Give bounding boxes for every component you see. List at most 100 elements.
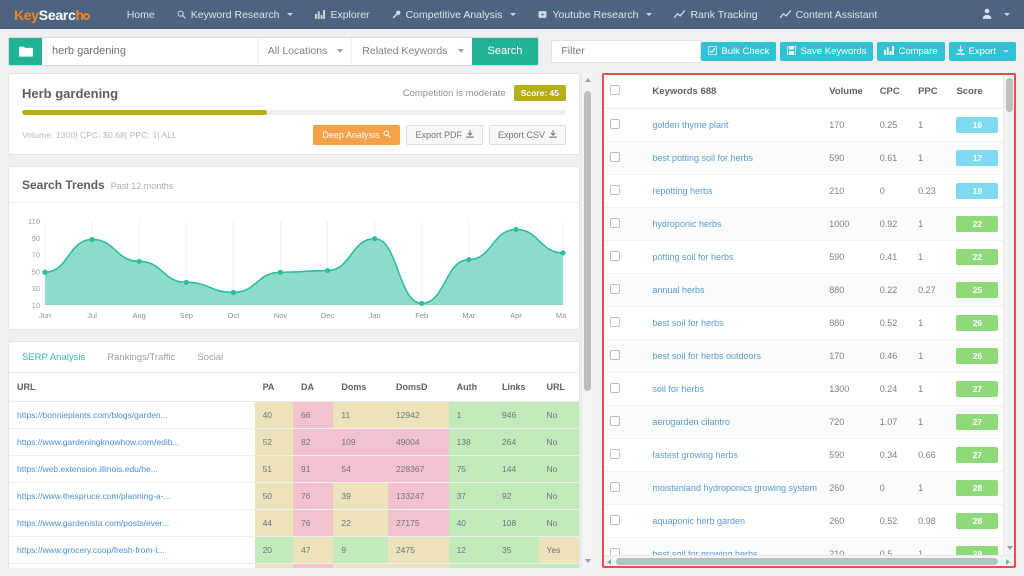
serp-col-header[interactable]: DomsD (387, 372, 449, 402)
serp-col-header[interactable]: Links (494, 372, 539, 402)
keyword-link[interactable]: best potting soil for herbs (652, 153, 753, 163)
scroll-down-icon[interactable] (1007, 546, 1013, 550)
tab-serp-analysis[interactable]: SERP Analysis (22, 352, 107, 372)
keyword-link[interactable]: potting soil for herbs (652, 252, 733, 262)
keyword-link[interactable]: best soil for herbs outdoors (652, 351, 761, 361)
serp-url-link[interactable]: https://www.grocery.coop/fresh-from-t... (17, 545, 165, 555)
chart-data-point[interactable] (419, 300, 425, 306)
serp-url-link[interactable]: https://bonnieplants.com/blogs/garden... (17, 410, 168, 420)
filter-input[interactable] (551, 39, 702, 63)
y-axis-tick: 30 (32, 284, 40, 293)
chart-data-point[interactable] (42, 269, 48, 275)
chart-data-point[interactable] (230, 289, 236, 295)
row-checkbox[interactable] (610, 515, 620, 525)
keysearch-logo[interactable]: Key Searc h (14, 7, 90, 23)
keyword-link[interactable]: moistenland hydroponics growing system (652, 483, 817, 493)
export-csv-button[interactable]: Export CSV (488, 125, 566, 145)
chart-data-point[interactable] (560, 250, 566, 256)
row-checkbox[interactable] (610, 416, 620, 426)
chart-data-point[interactable] (372, 236, 378, 242)
serp-url-link[interactable]: https://www.gardenista.com/posts/ever... (17, 518, 169, 528)
location-select[interactable]: All Locations (256, 37, 352, 65)
keyword-link[interactable]: annual herbs (652, 285, 704, 295)
select-all-checkbox[interactable] (610, 85, 620, 95)
row-checkbox[interactable] (610, 317, 620, 327)
keyword-link[interactable]: hydroponic herbs (652, 219, 721, 229)
search-input[interactable] (42, 37, 257, 65)
chart-data-point[interactable] (466, 257, 472, 263)
row-checkbox[interactable] (610, 284, 620, 294)
cpc-header[interactable]: CPC (873, 75, 913, 109)
save-keywords-button[interactable]: Save Keywords (780, 41, 874, 61)
row-checkbox[interactable] (610, 350, 620, 360)
serp-col-header[interactable]: Auth (448, 372, 495, 402)
keyword-link[interactable]: soil for herbs (652, 384, 704, 394)
compare-button[interactable]: Compare (877, 41, 945, 61)
volume-cell: 590 (823, 438, 874, 472)
serp-url-link[interactable]: https://web.extension.illinois.edu/he... (17, 464, 158, 474)
volume-cell: 1300 (823, 372, 874, 406)
deep-analysis-button[interactable]: Deep Analysis (313, 125, 401, 145)
folder-icon[interactable] (9, 37, 42, 65)
tab-social[interactable]: Social (197, 352, 245, 372)
keyword-link[interactable]: golden thyme plant (652, 120, 728, 130)
scroll-up-icon[interactable] (585, 78, 591, 82)
keyword-type-select[interactable]: Related Keywords (351, 37, 471, 65)
nav-item-home[interactable]: Home (116, 3, 166, 27)
nav-item-competitive-analysis[interactable]: Competitive Analysis (381, 3, 528, 27)
bulk-check-button[interactable]: Bulk Check (701, 41, 777, 61)
chart-data-point[interactable] (324, 267, 331, 274)
row-checkbox[interactable] (610, 218, 620, 228)
keyword-link[interactable]: aerogarden cilantro (652, 417, 730, 427)
tab-rankings-traffic[interactable]: Rankings/Traffic (107, 352, 197, 372)
serp-col-header[interactable]: URL (538, 372, 579, 402)
keyword-link[interactable]: repotting herbs (652, 186, 712, 196)
serp-cell-da: 91 (292, 455, 334, 483)
download-icon (549, 130, 557, 140)
export-pdf-button[interactable]: Export PDF (406, 125, 483, 145)
keyword-link[interactable]: best soil for herbs (652, 318, 723, 328)
export-button[interactable]: Export (948, 41, 1016, 61)
row-checkbox[interactable] (610, 185, 620, 195)
nav-item-rank-tracking[interactable]: Rank Tracking (663, 3, 768, 27)
keywords-count-header[interactable]: Keywords 688 (646, 75, 824, 109)
chart-data-point[interactable] (513, 226, 519, 232)
serp-col-header[interactable]: URL (9, 372, 255, 402)
row-checkbox[interactable] (610, 119, 620, 129)
left-panel-scrollbar[interactable] (581, 73, 592, 568)
score-header[interactable]: Score (950, 75, 1003, 109)
nav-item-youtube-research[interactable]: Youtube Research (527, 3, 663, 27)
x-axis-tick: Jan (369, 311, 381, 320)
nav-item-content-assistant[interactable]: Content Assistant (769, 3, 889, 27)
chart-data-point[interactable] (89, 236, 95, 243)
account-menu[interactable] (982, 8, 1010, 22)
row-checkbox[interactable] (610, 449, 620, 459)
serp-url-link[interactable]: https://www.thespruce.com/planning-a-... (17, 491, 171, 501)
ppc-header[interactable]: PPC (912, 75, 951, 109)
row-checkbox[interactable] (610, 482, 620, 492)
keyword-link[interactable]: fastest growing herbs (652, 450, 738, 460)
scroll-left-icon[interactable] (607, 559, 611, 565)
chart-data-point[interactable] (277, 269, 284, 275)
keywords-vertical-scrollbar[interactable] (1003, 75, 1014, 555)
keywords-horizontal-scrollbar[interactable] (604, 555, 1014, 566)
volume-header[interactable]: Volume (823, 75, 874, 109)
nav-item-explorer[interactable]: Explorer (304, 3, 380, 27)
scroll-right-icon[interactable] (1006, 559, 1010, 565)
row-checkbox[interactable] (610, 152, 620, 162)
row-checkbox[interactable] (610, 251, 620, 261)
scrollbar-thumb[interactable] (1006, 78, 1013, 112)
nav-item-keyword-research[interactable]: Keyword Research (166, 3, 305, 27)
scroll-down-icon[interactable] (585, 559, 591, 563)
serp-col-header[interactable]: PA (254, 372, 293, 402)
serp-col-header[interactable]: Doms (333, 372, 388, 402)
serp-url-link[interactable]: https://www.gardeningknowhow.com/edib... (17, 437, 180, 447)
search-button[interactable]: Search (471, 37, 539, 65)
chart-data-point[interactable] (183, 279, 189, 285)
scrollbar-thumb[interactable] (616, 558, 998, 565)
chart-data-point[interactable] (136, 258, 142, 264)
keyword-link[interactable]: aquaponic herb garden (652, 516, 745, 526)
scrollbar-thumb[interactable] (584, 91, 591, 391)
row-checkbox[interactable] (610, 383, 620, 393)
serp-col-header[interactable]: DA (292, 372, 334, 402)
